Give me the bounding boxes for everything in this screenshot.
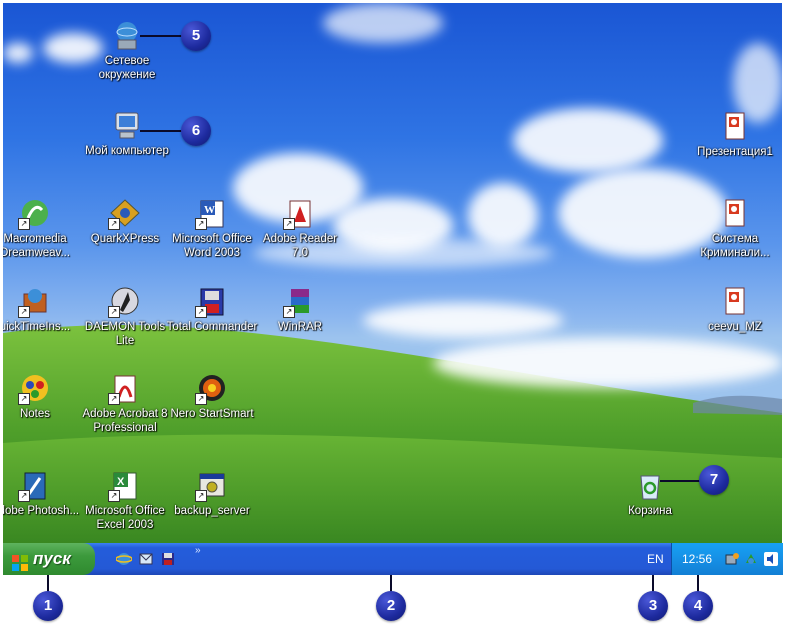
- desktop-icon-quarkxpress[interactable]: ↗ QuarkXPress: [79, 198, 171, 246]
- desktop-icon-my-computer[interactable]: Мой компьютер: [81, 110, 173, 158]
- icon-label: DAEMON Tools Lite: [84, 321, 166, 347]
- callout-6-leader: [140, 130, 184, 132]
- callout-2: 2: [376, 591, 406, 621]
- adobe-reader-icon: ↗: [283, 198, 317, 230]
- volume-tray-icon[interactable]: [763, 551, 779, 567]
- desktop-icon-daemon-tools[interactable]: ↗ DAEMON Tools Lite: [79, 286, 171, 348]
- icon-label: Сетевое окружение: [98, 55, 156, 81]
- desktop-icon-network[interactable]: Сетевое окружение: [81, 20, 173, 82]
- callout-1: 1: [33, 591, 63, 621]
- icon-label: Microsoft Office Word 2003: [172, 233, 252, 259]
- network-tray-icon[interactable]: [743, 551, 759, 567]
- desktop-icon-photoshop[interactable]: ↗ Adobe Photosh...: [3, 470, 81, 518]
- nero-icon: ↗: [195, 373, 229, 405]
- callout-6: 6: [181, 116, 211, 146]
- svg-text:W: W: [204, 204, 215, 216]
- icon-label: Мой компьютер: [85, 145, 169, 157]
- icon-label: WinRAR: [277, 321, 323, 333]
- photoshop-icon: ↗: [18, 470, 52, 502]
- icon-label: Adobe Photosh...: [3, 505, 80, 517]
- quarkxpress-icon: ↗: [108, 198, 142, 230]
- callout-7: 7: [699, 465, 729, 495]
- icon-label: Система Криминали...: [700, 233, 770, 259]
- desktop-icon-excel[interactable]: X ↗ Microsoft Office Excel 2003: [79, 470, 171, 532]
- desktop[interactable]: Сетевое окружение Мой компьютер ↗ Macrom…: [3, 3, 782, 543]
- icon-label: backup_server: [174, 505, 250, 517]
- desktop-icon-acrobat[interactable]: ↗ Adobe Acrobat 8 Professional: [79, 373, 171, 435]
- desktop-icon-presentation2[interactable]: Система Криминали...: [689, 198, 781, 260]
- start-label: пуск: [33, 549, 71, 568]
- quicktime-icon: ↗: [18, 286, 52, 318]
- daemon-tools-icon: ↗: [108, 286, 142, 318]
- bliss-wallpaper: [3, 324, 782, 543]
- icon-label: uickTimeIns...: [3, 321, 71, 333]
- icon-label: Total Commander: [166, 321, 258, 333]
- icon-label: Nero StartSmart: [170, 408, 254, 420]
- recycle-bin-icon: [633, 470, 667, 502]
- icon-label: Корзина: [628, 505, 672, 517]
- callout-4: 4: [683, 591, 713, 621]
- tray-app-icon[interactable]: [724, 551, 740, 567]
- language-indicator[interactable]: EN: [647, 543, 664, 575]
- quick-launch-chevron[interactable]: »: [195, 545, 201, 556]
- internet-explorer-icon[interactable]: [115, 551, 133, 567]
- icon-label: Презентация1: [697, 146, 773, 158]
- icon-label: Microsoft Office Excel 2003: [85, 505, 165, 531]
- my-computer-icon: [110, 110, 144, 142]
- icon-label: Notes: [19, 408, 51, 420]
- icon-label: Adobe Reader 7.0: [262, 233, 338, 259]
- desktop-icon-dreamweaver[interactable]: ↗ Macromedia Dreamweav...: [3, 198, 81, 260]
- clock[interactable]: 12:56: [682, 543, 712, 575]
- callout-5: 5: [181, 21, 211, 51]
- svg-text:X: X: [117, 476, 125, 488]
- desktop-icon-quicktime[interactable]: ↗ uickTimeIns...: [3, 286, 81, 334]
- winrar-icon: ↗: [283, 286, 317, 318]
- excel-icon: X ↗: [108, 470, 142, 502]
- icon-label: ceevu_MZ: [708, 321, 762, 333]
- desktop-icon-nero[interactable]: ↗ Nero StartSmart: [166, 373, 258, 421]
- callout-7-leader: [660, 480, 700, 482]
- callout-3: 3: [638, 591, 668, 621]
- backup-server-icon: ↗: [195, 470, 229, 502]
- acrobat-icon: ↗: [108, 373, 142, 405]
- desktop-icon-adobe-reader[interactable]: ↗ Adobe Reader 7.0: [254, 198, 346, 260]
- powerpoint-file-icon: [718, 286, 752, 318]
- notes-icon: ↗: [18, 373, 52, 405]
- icon-label: Adobe Acrobat 8 Professional: [82, 408, 168, 434]
- icon-label: Macromedia Dreamweav...: [3, 233, 71, 259]
- total-commander-icon: ↗: [195, 286, 229, 318]
- word-icon: W ↗: [195, 198, 229, 230]
- desktop-icon-recycle-bin[interactable]: Корзина: [604, 470, 696, 518]
- outlook-express-icon[interactable]: [138, 551, 154, 567]
- taskbar[interactable]: пуск » EN 12:56: [3, 543, 783, 575]
- desktop-icon-presentation1[interactable]: Презентация1: [689, 111, 781, 159]
- desktop-icon-winrar[interactable]: ↗ WinRAR: [254, 286, 346, 334]
- windows-flag-icon: [11, 551, 29, 571]
- network-places-icon: [110, 20, 144, 52]
- dreamweaver-icon: ↗: [18, 198, 52, 230]
- desktop-icon-word[interactable]: W ↗ Microsoft Office Word 2003: [166, 198, 258, 260]
- system-tray: 12:56: [671, 543, 783, 575]
- start-button[interactable]: пуск: [3, 543, 95, 575]
- desktop-icon-backup-server[interactable]: ↗ backup_server: [166, 470, 258, 518]
- desktop-icon-presentation3[interactable]: ceevu_MZ: [689, 286, 781, 334]
- save-icon[interactable]: [160, 551, 176, 567]
- powerpoint-file-icon: [718, 111, 752, 143]
- desktop-icon-total-commander[interactable]: ↗ Total Commander: [166, 286, 258, 334]
- callout-5-leader: [140, 35, 184, 37]
- desktop-icon-notes[interactable]: ↗ Notes: [3, 373, 81, 421]
- powerpoint-file-icon: [718, 198, 752, 230]
- icon-label: QuarkXPress: [90, 233, 160, 245]
